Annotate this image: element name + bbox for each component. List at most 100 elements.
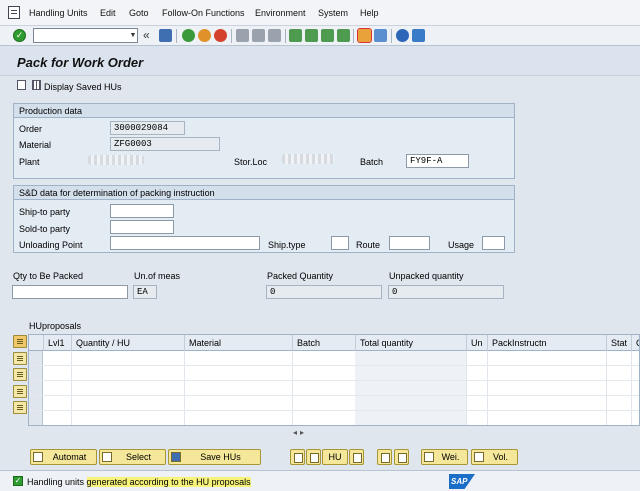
menu-handling-units[interactable]: Handling Units bbox=[29, 8, 88, 18]
settings-icon[interactable] bbox=[13, 335, 27, 348]
table-row[interactable] bbox=[29, 396, 639, 411]
sold-to-party-field[interactable] bbox=[110, 220, 174, 234]
double-chevron-icon[interactable]: « bbox=[143, 29, 150, 41]
command-field[interactable] bbox=[33, 28, 138, 43]
save-icon[interactable] bbox=[159, 29, 172, 42]
prev-page-icon[interactable] bbox=[305, 29, 318, 42]
status-message[interactable]: Handling units generated according to th… bbox=[27, 477, 251, 487]
ship-type-label: Ship.type bbox=[268, 240, 306, 250]
last-page-icon[interactable] bbox=[337, 29, 350, 42]
unpacked-quantity-field[interactable]: 0 bbox=[388, 285, 504, 299]
delete-icon[interactable] bbox=[290, 449, 305, 465]
order-field[interactable]: 3000029084 bbox=[110, 121, 185, 135]
create-session-icon[interactable] bbox=[357, 28, 372, 43]
insert-row-icon[interactable] bbox=[13, 385, 27, 398]
menu-environment[interactable]: Environment bbox=[255, 8, 306, 18]
select-all-icon[interactable] bbox=[13, 352, 27, 365]
shortcut-icon[interactable] bbox=[374, 29, 387, 42]
status-message-prefix: Handling units bbox=[27, 477, 87, 487]
standard-toolbar: ✓ ▼ « bbox=[0, 26, 640, 46]
batch-field[interactable]: FY9F-A bbox=[406, 154, 469, 168]
qty-to-be-packed-field[interactable] bbox=[12, 285, 128, 299]
back-icon[interactable] bbox=[182, 29, 195, 42]
select-button[interactable]: Select bbox=[99, 449, 166, 465]
column-header-total-quantity[interactable]: Total quantity bbox=[355, 335, 466, 351]
hu-button[interactable]: HU bbox=[322, 449, 348, 465]
volume-button[interactable]: Vol. bbox=[471, 449, 518, 465]
usage-label: Usage bbox=[448, 240, 475, 250]
menu-help[interactable]: Help bbox=[360, 8, 379, 18]
unloading-point-label: Unloading Point bbox=[19, 240, 83, 250]
delete-row-icon[interactable] bbox=[13, 401, 27, 414]
repack-icon[interactable] bbox=[349, 449, 364, 465]
menu-edit[interactable]: Edit bbox=[100, 8, 116, 18]
table-row[interactable] bbox=[29, 381, 639, 396]
ship-to-party-field[interactable] bbox=[110, 204, 174, 218]
automat-button-label: Automat bbox=[52, 452, 87, 462]
first-page-icon[interactable] bbox=[289, 29, 302, 42]
hu-proposals-title: HUproposals bbox=[29, 321, 82, 331]
column-header-pack-instruction[interactable]: PackInstructn bbox=[487, 335, 606, 351]
find-next-icon[interactable] bbox=[268, 29, 281, 42]
weight-button[interactable]: Wei. bbox=[421, 449, 468, 465]
column-header-batch[interactable]: Batch bbox=[292, 335, 355, 351]
volume-button-label: Vol. bbox=[492, 452, 508, 462]
exit-icon[interactable] bbox=[198, 29, 211, 42]
chevron-down-icon[interactable]: ▼ bbox=[128, 28, 138, 43]
pack-icon[interactable] bbox=[377, 449, 392, 465]
ship-type-field[interactable] bbox=[331, 236, 349, 250]
menu-goto[interactable]: Goto bbox=[129, 8, 149, 18]
column-header-unit[interactable]: Un bbox=[466, 335, 487, 351]
table-row[interactable] bbox=[29, 366, 639, 381]
table-row[interactable] bbox=[29, 351, 639, 366]
sap-logo: SAP bbox=[449, 474, 475, 489]
customize-icon[interactable] bbox=[412, 29, 425, 42]
unloading-point-field[interactable] bbox=[110, 236, 260, 250]
horizontal-scroll-arrows[interactable]: ◂▸ bbox=[293, 428, 307, 437]
display-saved-hus-button[interactable]: Display Saved HUs bbox=[44, 82, 122, 92]
usage-field[interactable] bbox=[482, 236, 505, 250]
automat-button[interactable]: Automat bbox=[30, 449, 97, 465]
toolbar-separator bbox=[285, 29, 286, 43]
select-button-label: Select bbox=[125, 452, 151, 462]
column-header-status[interactable]: Stat bbox=[606, 335, 631, 351]
page-title: Pack for Work Order bbox=[17, 55, 144, 70]
application-toolbar: Display Saved HUs bbox=[0, 76, 640, 94]
enter-icon[interactable]: ✓ bbox=[13, 29, 26, 42]
next-page-icon[interactable] bbox=[321, 29, 334, 42]
sap-menu-icon[interactable] bbox=[8, 6, 20, 19]
hu-proposals-table: Lvl1 Quantity / HU Material Batch Total … bbox=[28, 334, 640, 426]
order-label: Order bbox=[19, 124, 43, 134]
unit-of-measure-field[interactable]: EA bbox=[133, 285, 157, 299]
cancel-icon[interactable] bbox=[214, 29, 227, 42]
document-icon[interactable] bbox=[17, 80, 26, 90]
storloc-label: Stor.Loc bbox=[234, 157, 268, 167]
deselect-all-icon[interactable] bbox=[13, 368, 27, 381]
route-field[interactable] bbox=[389, 236, 430, 250]
help-icon[interactable] bbox=[396, 29, 409, 42]
column-header-quantity-hu[interactable]: Quantity / HU bbox=[71, 335, 184, 351]
list-icon[interactable] bbox=[32, 80, 41, 90]
table-header: Lvl1 Quantity / HU Material Batch Total … bbox=[29, 335, 639, 351]
qty-to-be-packed-label: Qty to Be Packed bbox=[13, 271, 84, 281]
menu-system[interactable]: System bbox=[318, 8, 348, 18]
print-icon[interactable] bbox=[236, 29, 249, 42]
column-header-c[interactable]: C bbox=[631, 335, 639, 351]
toolbar-separator bbox=[391, 29, 392, 43]
save-hus-button-label: Save HUs bbox=[200, 452, 241, 462]
delete-all-icon[interactable] bbox=[306, 449, 321, 465]
batch-label: Batch bbox=[360, 157, 384, 167]
sold-to-party-label: Sold-to party bbox=[19, 224, 71, 234]
packed-quantity-field[interactable]: 0 bbox=[266, 285, 382, 299]
unit-of-measure-label: Un.of meas bbox=[134, 271, 181, 281]
menu-follow-on-functions[interactable]: Follow-On Functions bbox=[162, 8, 245, 18]
column-header-lvl1[interactable]: Lvl1 bbox=[43, 335, 71, 351]
column-header-material[interactable]: Material bbox=[184, 335, 292, 351]
storloc-blurred-value bbox=[282, 154, 334, 164]
unpacked-quantity-label: Unpacked quantity bbox=[389, 271, 464, 281]
hu-button-label: HU bbox=[328, 452, 342, 462]
save-hus-button[interactable]: Save HUs bbox=[168, 449, 261, 465]
detail-icon[interactable] bbox=[394, 449, 409, 465]
material-field[interactable]: ZFG0003 bbox=[110, 137, 220, 151]
find-icon[interactable] bbox=[252, 29, 265, 42]
